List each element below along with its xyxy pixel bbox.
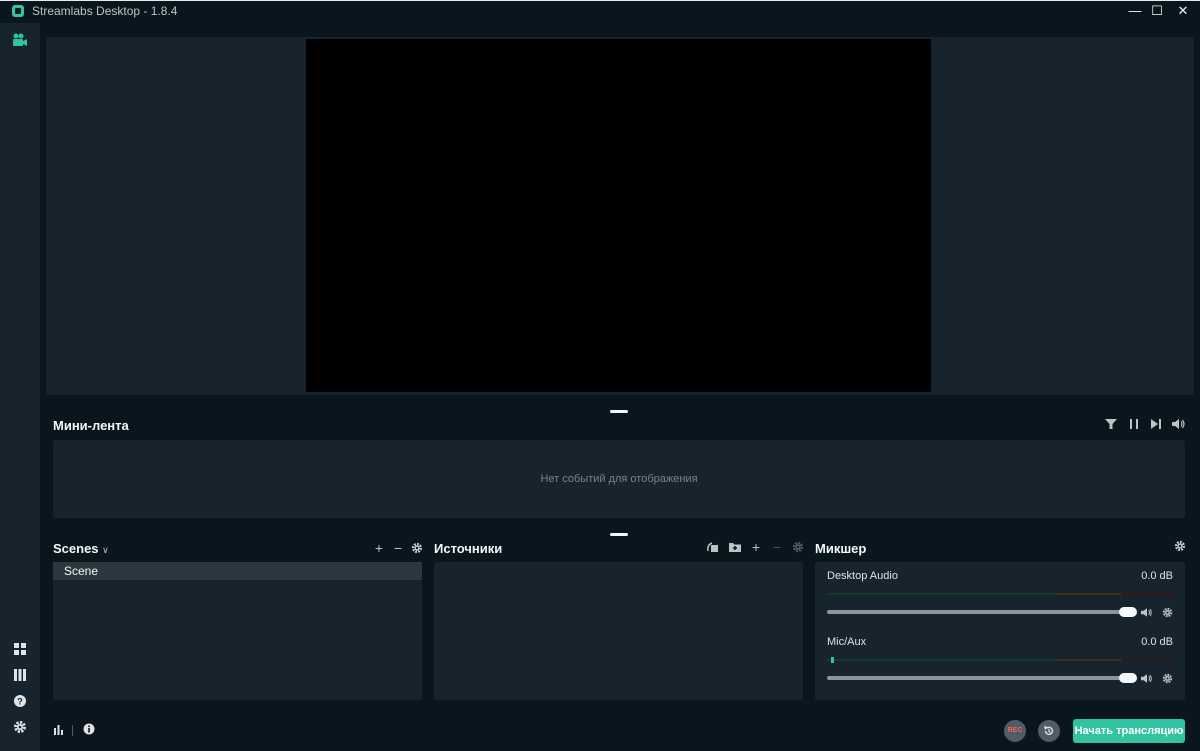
settings-icon[interactable] xyxy=(13,720,27,734)
volume-slider-handle[interactable] xyxy=(1119,673,1137,683)
sources-title: Источники xyxy=(434,541,503,556)
close-button[interactable]: ✕ xyxy=(1172,2,1194,20)
mute-icon[interactable] xyxy=(1141,673,1153,684)
add-folder-icon[interactable] xyxy=(728,541,742,553)
minifeed-panel: Нет событий для отображения xyxy=(53,440,1185,518)
skip-icon[interactable] xyxy=(1150,418,1162,430)
mute-icon[interactable] xyxy=(1141,607,1153,618)
volume-icon[interactable] xyxy=(1172,418,1186,430)
footer-bar xyxy=(40,713,1200,751)
mixer-channel-level: 0.0 dB xyxy=(1141,636,1173,648)
resize-handle[interactable] xyxy=(610,533,628,536)
studio-camera-icon[interactable] xyxy=(12,32,28,48)
title-bar xyxy=(0,0,1200,23)
window-title: Streamlabs Desktop - 1.8.4 xyxy=(32,4,178,18)
remove-scene-icon[interactable]: − xyxy=(391,541,405,555)
source-settings-icon[interactable] xyxy=(792,541,804,553)
channel-settings-icon[interactable] xyxy=(1162,607,1173,618)
mixer-settings-icon[interactable] xyxy=(1174,540,1186,552)
pause-icon[interactable] xyxy=(1128,418,1140,430)
maximize-button[interactable]: ☐ xyxy=(1146,2,1168,20)
scenes-title[interactable]: Scenes ∨ xyxy=(53,541,109,556)
scene-settings-icon[interactable] xyxy=(411,542,423,554)
source-audio-icon[interactable] xyxy=(706,541,720,553)
volume-slider-handle[interactable] xyxy=(1119,607,1137,617)
scenes-title-text: Scenes xyxy=(53,541,99,556)
scene-item-label: Scene xyxy=(64,564,99,578)
minimize-button[interactable]: — xyxy=(1124,2,1146,20)
info-icon[interactable] xyxy=(83,723,95,735)
remove-source-icon[interactable]: − xyxy=(770,540,784,554)
replay-icon xyxy=(1044,726,1054,735)
studio-mode-icon[interactable] xyxy=(13,668,27,682)
record-button[interactable]: REC xyxy=(1004,720,1026,742)
replay-buffer-button[interactable] xyxy=(1038,720,1060,742)
add-scene-icon[interactable]: + xyxy=(372,541,386,555)
resize-handle[interactable] xyxy=(610,410,628,413)
help-icon[interactable]: ? xyxy=(13,694,27,708)
mixer-channel-name: Mic/Aux xyxy=(827,636,867,648)
svg-text:?: ? xyxy=(17,697,23,707)
performance-stats-icon[interactable] xyxy=(53,724,65,736)
go-live-button[interactable]: Начать трансляцию xyxy=(1073,719,1185,743)
add-source-icon[interactable]: + xyxy=(749,540,763,554)
channel-settings-icon[interactable] xyxy=(1162,673,1173,684)
layout-editor-icon[interactable] xyxy=(13,642,27,656)
mixer-title: Микшер xyxy=(815,541,867,556)
filter-icon[interactable] xyxy=(1105,418,1117,430)
volume-meter xyxy=(827,659,1173,661)
streamlabs-logo-icon xyxy=(12,5,24,17)
minifeed-title: Мини-лента xyxy=(53,418,129,433)
volume-meter xyxy=(827,593,1173,595)
volume-meter-peak xyxy=(831,657,834,663)
sources-list xyxy=(434,562,803,700)
minifeed-empty-message: Нет событий для отображения xyxy=(540,473,698,485)
scene-item[interactable]: Scene xyxy=(53,562,422,580)
stream-preview[interactable] xyxy=(306,39,931,392)
volume-slider[interactable] xyxy=(827,610,1127,614)
volume-slider[interactable] xyxy=(827,676,1127,680)
scenes-list xyxy=(53,562,422,700)
footer-divider xyxy=(72,725,73,736)
mixer-channel-level: 0.0 dB xyxy=(1141,570,1173,582)
chevron-down-icon: ∨ xyxy=(102,545,109,555)
mixer-channel-name: Desktop Audio xyxy=(827,570,898,582)
